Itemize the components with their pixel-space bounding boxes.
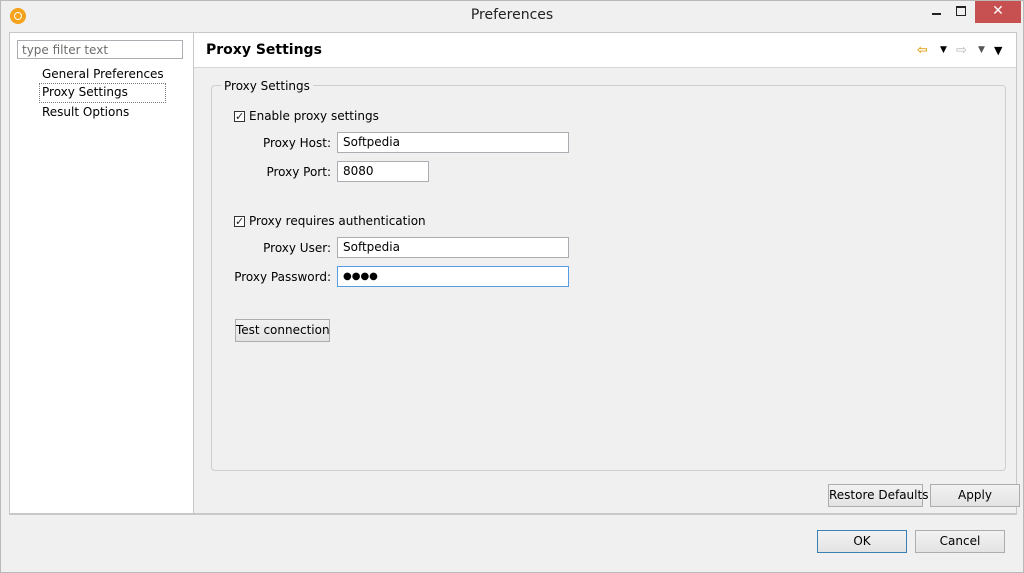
close-button[interactable]: ✕ [975,1,1021,23]
preference-page: Proxy Settings ⇦ ▼ ⇨ ▼ ▼ Proxy Settings … [194,33,1020,513]
minimize-icon [931,13,941,15]
tree-item-result-options[interactable]: Result Options [40,103,166,121]
proxy-password-label: Proxy Password: [234,270,331,284]
forward-arrow-icon[interactable]: ⇨ [956,43,967,58]
view-menu-icon[interactable]: ▼ [994,44,1002,57]
dialog-button-bar: OK Cancel [9,514,1017,567]
page-title: Proxy Settings [206,42,322,58]
proxy-user-field[interactable]: Softpedia [337,237,569,258]
proxy-auth-checkbox[interactable]: ✓ Proxy requires authentication [234,213,426,229]
checkbox-check-icon: ✓ [234,109,245,123]
proxy-user-label: Proxy User: [263,241,331,255]
enable-proxy-checkbox[interactable]: ✓ Enable proxy settings [234,108,379,124]
proxy-host-field[interactable]: Softpedia [337,132,569,153]
tree-item-general-preferences[interactable]: General Preferences [40,65,166,83]
ok-button[interactable]: OK [817,530,907,553]
preference-tree-pane: General Preferences Proxy Settings Resul… [10,33,194,513]
close-icon: ✕ [992,3,1004,19]
checkbox-check-icon: ✓ [234,214,245,228]
minimize-button[interactable] [924,1,948,23]
page-header: Proxy Settings ⇦ ▼ ⇨ ▼ ▼ [194,33,1016,68]
proxy-auth-label: Proxy requires authentication [249,214,426,228]
tree-item-proxy-settings[interactable]: Proxy Settings [39,83,166,103]
forward-dropdown-icon[interactable]: ▼ [978,45,985,55]
proxy-port-label: Proxy Port: [266,165,331,179]
filter-input[interactable] [17,40,183,59]
window-title: Preferences [470,7,554,23]
proxy-port-field[interactable]: 8080 [337,161,429,182]
dialog-client-area: General Preferences Proxy Settings Resul… [9,32,1020,514]
apply-button[interactable]: Apply [930,484,1020,507]
restore-defaults-button[interactable]: Restore Defaults [828,484,928,507]
proxy-settings-group-label: Proxy Settings [221,79,313,93]
maximize-button[interactable] [949,1,973,23]
preference-tree: General Preferences Proxy Settings Resul… [39,65,166,121]
preferences-window: Preferences ✕ General Preferences Proxy … [0,0,1024,573]
test-connection-button[interactable]: Test connection [235,319,330,342]
proxy-host-label: Proxy Host: [262,136,331,150]
proxy-password-field[interactable]: ●●●● [337,266,569,287]
back-arrow-icon[interactable]: ⇦ [917,43,928,58]
cancel-button[interactable]: Cancel [915,530,1005,553]
enable-proxy-label: Enable proxy settings [249,109,379,123]
maximize-icon [956,6,966,16]
title-bar[interactable]: Preferences ✕ [1,1,1023,32]
back-dropdown-icon[interactable]: ▼ [940,45,947,55]
